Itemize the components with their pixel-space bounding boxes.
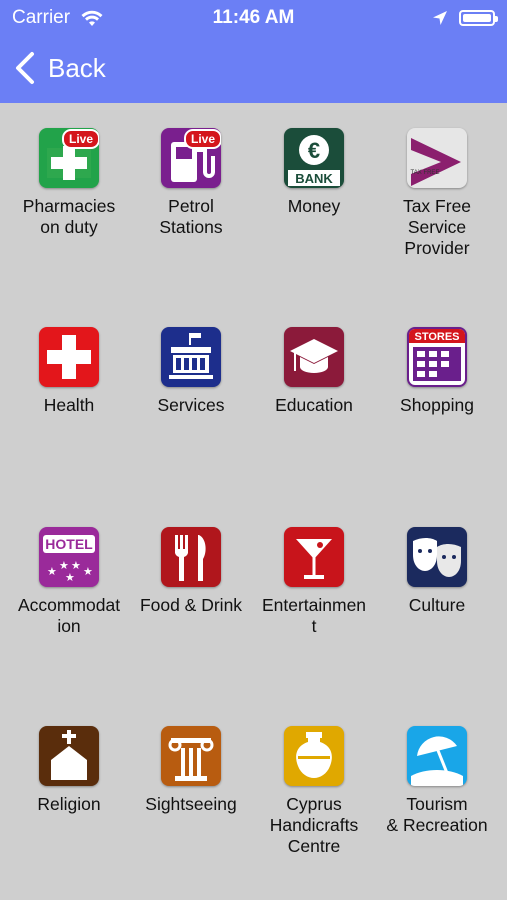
tile-food-drink[interactable]: Food & Drink xyxy=(130,527,252,616)
tile-shopping[interactable]: STORES Shopping xyxy=(376,327,498,416)
clock: 11:46 AM xyxy=(212,7,295,28)
vase-icon xyxy=(284,726,344,786)
back-button[interactable]: Back xyxy=(12,50,106,86)
stores-icon: STORES xyxy=(407,327,467,387)
hotel-icon: HOTEL ★ ★ ★ ★ ★ xyxy=(39,527,99,587)
beach-umbrella-icon xyxy=(407,726,467,786)
theatre-masks-icon xyxy=(407,527,467,587)
tile-petrol-stations[interactable]: Live Petrol Stations xyxy=(130,128,252,238)
tile-label: Pharmacies on duty xyxy=(22,196,116,237)
chevron-left-icon xyxy=(16,52,34,84)
tile-tourism[interactable]: Tourism & Recreation xyxy=(376,726,498,836)
svg-text:★: ★ xyxy=(65,571,75,584)
petrol-live-icon: Live xyxy=(161,128,221,188)
pharmacy-live-icon: Live xyxy=(39,128,99,188)
tax-free-icon: TAX FREE xyxy=(407,128,467,188)
bank-text: BANK xyxy=(295,171,333,186)
graduation-cap-icon xyxy=(284,327,344,387)
tile-label: Cyprus Handicrafts Centre xyxy=(269,794,359,856)
tile-entertainment[interactable]: Entertainmen t xyxy=(253,527,375,637)
tile-pharmacies[interactable]: Live Pharmacies on duty xyxy=(8,128,130,238)
column-icon xyxy=(161,726,221,786)
bank-euro-icon: € BANK xyxy=(284,128,344,188)
live-badge: Live xyxy=(183,129,221,149)
tile-label: Money xyxy=(287,196,341,216)
services-building-icon xyxy=(161,327,221,387)
tile-label: Entertainmen t xyxy=(261,595,367,636)
tile-label: Petrol Stations xyxy=(159,196,223,237)
tile-label: Education xyxy=(275,395,353,415)
tile-label: Tax Free Service Provider xyxy=(402,196,472,258)
tile-label: Health xyxy=(43,395,95,415)
svg-text:★: ★ xyxy=(83,565,93,578)
svg-text:€: € xyxy=(308,138,320,163)
church-icon xyxy=(39,726,99,786)
tile-religion[interactable]: Religion xyxy=(8,726,130,815)
tile-health[interactable]: Health xyxy=(8,327,130,416)
tile-label: Tourism & Recreation xyxy=(386,794,488,835)
tile-accommodation[interactable]: HOTEL ★ ★ ★ ★ ★ Accommodat ion xyxy=(8,527,130,637)
navigation-bar: Back xyxy=(0,36,507,103)
tile-money[interactable]: € BANK Money xyxy=(253,128,375,217)
stores-text: STORES xyxy=(414,331,459,343)
svg-text:★: ★ xyxy=(47,565,57,578)
tile-culture[interactable]: Culture xyxy=(376,527,498,616)
tile-label: Services xyxy=(157,395,225,415)
location-arrow-icon xyxy=(432,10,448,31)
tile-label: Religion xyxy=(37,794,101,814)
live-badge: Live xyxy=(61,129,99,149)
fork-knife-icon xyxy=(161,527,221,587)
back-label: Back xyxy=(48,52,106,83)
tile-education[interactable]: Education xyxy=(253,327,375,416)
tile-label: Shopping xyxy=(400,395,474,415)
tile-label: Culture xyxy=(408,595,466,615)
tile-label: Food & Drink xyxy=(139,595,243,615)
tile-handicrafts[interactable]: Cyprus Handicrafts Centre xyxy=(253,726,375,857)
tile-sightseeing[interactable]: Sightseeing xyxy=(130,726,252,815)
battery-icon xyxy=(459,10,498,26)
tile-label: Sightseeing xyxy=(145,794,237,814)
status-bar: Carrier 11:46 AM xyxy=(0,0,507,36)
tile-services[interactable]: Services xyxy=(130,327,252,416)
cocktail-icon xyxy=(284,527,344,587)
tax-free-text: TAX FREE xyxy=(411,170,440,176)
tile-tax-free[interactable]: TAX FREE Tax Free Service Provider xyxy=(376,128,498,259)
hotel-text: HOTEL xyxy=(45,536,93,552)
tile-label: Accommodat ion xyxy=(17,595,121,636)
health-cross-icon xyxy=(39,327,99,387)
